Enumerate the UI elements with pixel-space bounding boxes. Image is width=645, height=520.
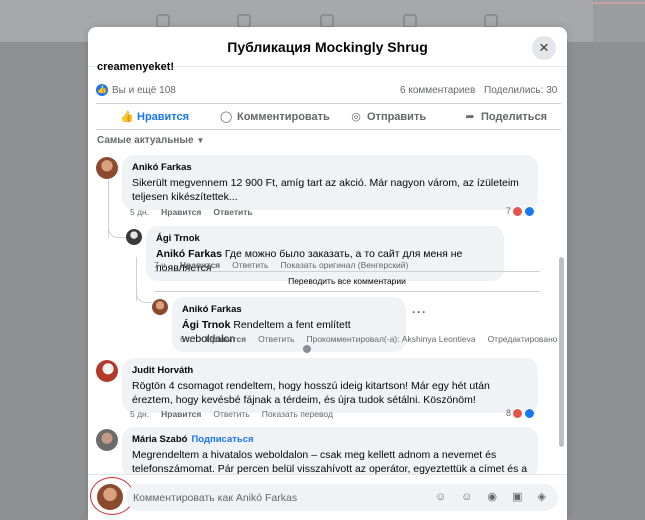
share-button[interactable]: ➦ Поделиться	[464, 110, 547, 123]
post-text-cut: creamenyeket!	[97, 61, 175, 73]
reactions-row: 👍 Вы и ещё 108 6 комментариев Поделились…	[96, 83, 561, 99]
comment-mention[interactable]: Anikó Farkas	[156, 248, 222, 260]
comment-reply-link[interactable]: Ответить	[213, 207, 252, 217]
comment-time[interactable]: 5 дн.	[130, 207, 149, 217]
comment-time[interactable]: 5 дн.	[130, 409, 149, 419]
composer-tools-icons[interactable]: ☺ ☺ ◉ ▣ ◈	[435, 490, 552, 503]
avatar[interactable]	[126, 229, 142, 245]
comment-author[interactable]: Mária Szabó	[132, 434, 187, 445]
comment-author[interactable]: Anikó Farkas	[182, 303, 396, 317]
comment-time[interactable]: 7 ч.	[154, 260, 168, 270]
comment-text: Megrendeltem a hivatalos weboldalon – cs…	[132, 449, 528, 475]
comment-like-link[interactable]: Нравится	[180, 260, 220, 270]
comment-reply-link[interactable]: Ответить	[258, 334, 294, 344]
send-label: Отправить	[367, 111, 427, 123]
avatar[interactable]	[96, 360, 118, 382]
chevron-down-icon: ▼	[196, 136, 205, 145]
thread-connector	[108, 212, 126, 238]
sort-label: Самые актуальные	[97, 135, 194, 146]
comment-reply-link[interactable]: Ответить	[232, 260, 268, 270]
comment-label: Комментировать	[237, 111, 330, 123]
comments-count[interactable]: 6 комментариев	[400, 85, 475, 96]
shares-count[interactable]: Поделились: 30	[484, 85, 557, 96]
reaction-count: 7	[506, 206, 512, 216]
avatar[interactable]	[96, 157, 118, 179]
comment-mention[interactable]: Ági Trnok	[182, 319, 230, 331]
reaction-count: 8	[506, 408, 512, 418]
comment-reactions[interactable]: 8	[506, 408, 536, 420]
home-icon	[156, 14, 170, 28]
comment-like-link[interactable]: Нравится	[161, 409, 201, 419]
translate-all-button[interactable]: Переводить все комментарии	[154, 271, 540, 292]
like-label: Нравится	[137, 111, 190, 123]
comment-composer: Комментировать как Anikó Farkas ☺ ☺ ◉ ▣ …	[88, 474, 567, 520]
edited-label: Отредактировано	[487, 334, 558, 344]
comment-author[interactable]: Ági Trnok	[156, 232, 494, 246]
comment-bubble: Mária Szabó Подписаться Megrendeltem a hi…	[122, 427, 538, 479]
scrollbar[interactable]	[559, 257, 564, 447]
follow-link[interactable]: Подписаться	[191, 434, 253, 445]
comment-button[interactable]: ◯ Комментировать	[220, 110, 330, 123]
comment-reply-link[interactable]: Ответить	[213, 409, 249, 419]
comment-author[interactable]: Judit Horváth	[132, 364, 528, 378]
comment-bubble: Judit Horváth Rögtön 4 csomagot rendelte…	[122, 358, 538, 413]
comment-text: Sikerült megvennem 12 900 Ft, amíg tart …	[132, 177, 519, 203]
background-right-edge	[593, 0, 645, 42]
close-icon: ×	[539, 38, 549, 57]
post-modal: Публикация Mockingly Shrug × creamenyeke…	[88, 27, 567, 520]
comment-reactions[interactable]: 7	[506, 206, 536, 218]
send-button[interactable]: ◎ Отправить	[350, 110, 426, 123]
comment-meta: 5 дн. Нравится Ответить Показать перевод	[130, 409, 345, 419]
commented-by[interactable]: Прокомментировал(-а): Akshinya Leontieva	[306, 334, 475, 344]
share-arrow-icon: ➦	[465, 111, 475, 123]
comment-like-link[interactable]: Нравится	[161, 207, 201, 217]
show-original-link[interactable]: Показать оригинал (Венгерский)	[280, 260, 408, 270]
comment-meta: 6 ч. Нравится Ответить Прокомментировал(-а)…	[180, 334, 567, 344]
comment-like-link[interactable]: Нравится	[206, 334, 246, 344]
comment-sort-dropdown[interactable]: Самые актуальные ▼	[97, 135, 204, 146]
comment-text: Rögtön 4 csomagot rendeltem, hogy hosszú…	[132, 380, 490, 406]
like-reaction-icon: 👍	[96, 84, 108, 96]
share-label: Поделиться	[481, 111, 548, 123]
comment-meta: 5 дн. Нравится Ответить	[130, 207, 265, 217]
close-button[interactable]: ×	[532, 36, 556, 60]
thumbs-up-icon: 👍	[120, 111, 134, 123]
comment-bubble-icon: ◯	[220, 111, 233, 123]
care-reaction-icon	[512, 206, 524, 218]
comment-author[interactable]: Anikó Farkas	[132, 161, 528, 175]
comment-meta: 7 ч. Нравится Ответить Показать оригинал (В…	[154, 260, 420, 270]
show-translation-link[interactable]: Показать перевод	[262, 409, 333, 419]
reactions-summary[interactable]: Вы и ещё 108	[112, 85, 176, 96]
info-icon[interactable]	[303, 345, 311, 353]
comment-author-row: Mária Szabó Подписаться	[132, 433, 528, 447]
avatar[interactable]	[152, 299, 168, 315]
ads-icon	[403, 14, 417, 28]
video-icon	[320, 14, 334, 28]
like-button[interactable]: 👍 Нравится	[120, 110, 189, 123]
gaming-icon	[484, 14, 498, 28]
pages-icon	[237, 14, 251, 28]
care-reaction-icon	[512, 408, 524, 420]
avatar[interactable]	[96, 429, 118, 451]
more-options-icon[interactable]: ···	[412, 305, 427, 319]
modal-title: Публикация Mockingly Shrug	[227, 39, 428, 55]
comment-input-placeholder: Комментировать как Anikó Farkas	[133, 492, 298, 504]
like-reaction-icon	[524, 206, 536, 218]
comment-input[interactable]: Комментировать как Anikó Farkas ☺ ☺ ◉ ▣ …	[126, 484, 558, 511]
thread-connector	[136, 287, 152, 303]
like-reaction-icon	[524, 408, 536, 420]
comment-bubble: Anikó Farkas Sikerült megvennem 12 900 F…	[122, 155, 538, 210]
messenger-icon: ◎	[351, 111, 361, 123]
post-actions: 👍 Нравится ◯ Комментировать ◎ Отправить ➦ По…	[96, 103, 561, 130]
comment-time[interactable]: 6 ч.	[180, 334, 194, 344]
background-accent-line	[593, 2, 645, 4]
